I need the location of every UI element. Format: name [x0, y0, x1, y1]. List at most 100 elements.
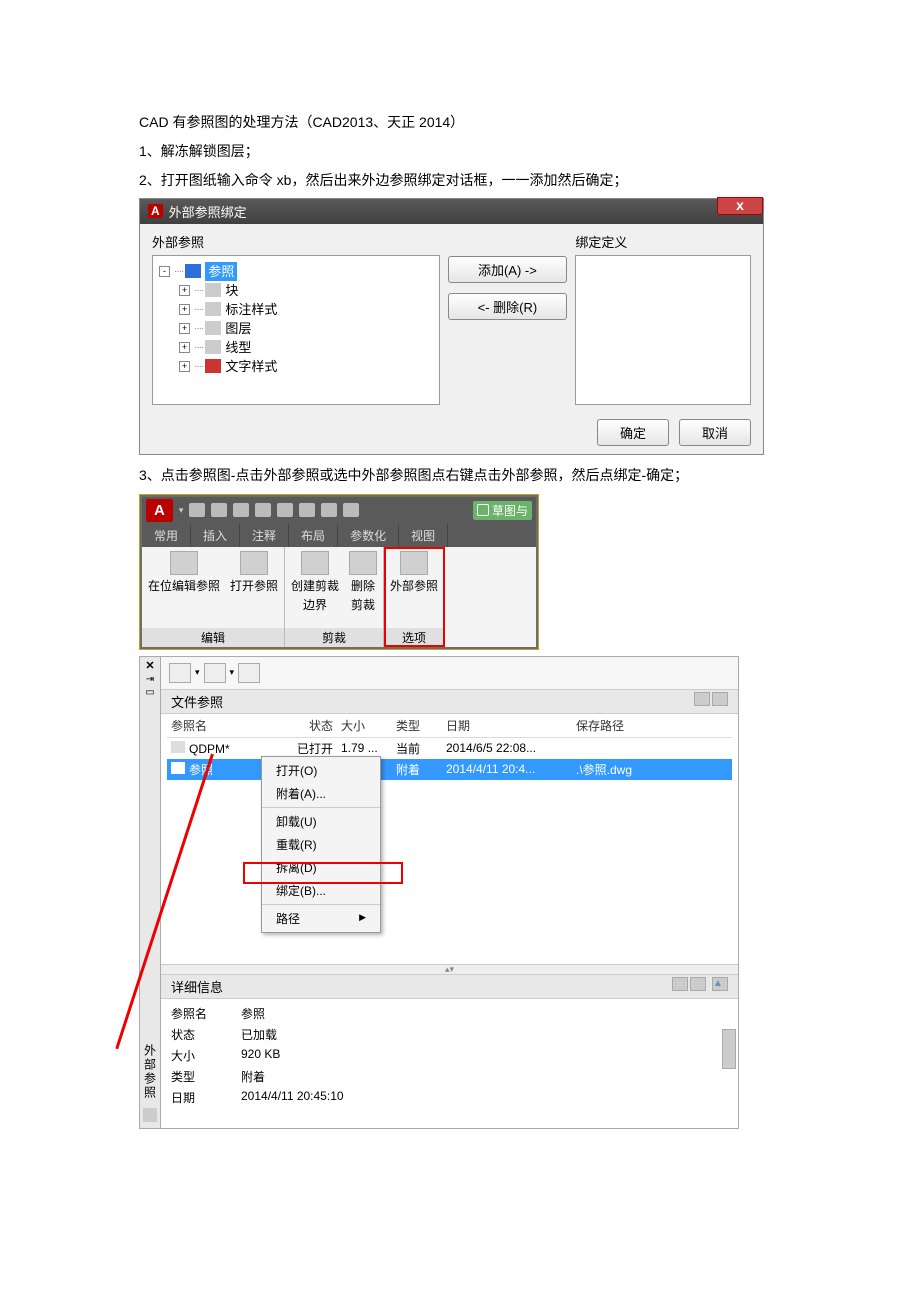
tab-home[interactable]: 常用 — [142, 524, 191, 547]
xref-button[interactable]: 外部参照 — [390, 551, 438, 594]
col-name[interactable]: 参照名 — [167, 717, 267, 734]
dialog-title: 外部参照绑定 — [169, 202, 247, 221]
ribbon-tabs: 常用 插入 注释 布局 参数化 视图 — [142, 524, 536, 547]
tree-view-icon[interactable] — [712, 692, 728, 706]
redo-icon[interactable] — [343, 503, 359, 517]
table-row[interactable]: 参照 已加载 920 KB 附着 2014/4/11 20:4... .\参照.… — [167, 759, 732, 780]
xref-row-icon — [171, 762, 185, 774]
plot-icon[interactable] — [277, 503, 293, 517]
tab-annotate[interactable]: 注释 — [240, 524, 289, 547]
tree-item-label: 块 — [225, 281, 238, 300]
tree-item[interactable]: +····图层 — [179, 319, 433, 338]
tree-item[interactable]: +····线型 — [179, 338, 433, 357]
ctx-unload[interactable]: 卸载(U) — [262, 810, 380, 833]
cancel-button[interactable]: 取消 — [679, 419, 751, 446]
col-type[interactable]: 类型 — [392, 717, 442, 734]
new-icon[interactable] — [189, 503, 205, 517]
open-ref-icon — [240, 551, 268, 575]
saveas-icon[interactable] — [255, 503, 271, 517]
app-menu-button[interactable]: A — [146, 499, 173, 522]
col-size[interactable]: 大小 — [337, 717, 392, 734]
open-ref-button[interactable]: 打开参照 — [230, 551, 278, 594]
scrollbar-thumb[interactable] — [722, 1029, 736, 1069]
block-icon — [205, 283, 221, 297]
section-label: 详细信息 — [171, 977, 223, 996]
expand-icon[interactable]: + — [179, 304, 190, 315]
workspace-tag[interactable]: 草图与 — [473, 501, 532, 520]
edit-icon — [170, 551, 198, 575]
ctx-path[interactable]: 路径 — [262, 907, 380, 930]
palette-sidebar[interactable]: ✕ ⇥ ▭ 外部参照 — [139, 656, 161, 1129]
pin-icon[interactable]: ⇥ — [146, 674, 154, 685]
remove-button[interactable]: <- 删除(R) — [448, 293, 568, 320]
ctx-reload[interactable]: 重载(R) — [262, 833, 380, 856]
print-icon[interactable] — [299, 503, 315, 517]
layer-icon — [205, 321, 221, 335]
save-icon[interactable] — [233, 503, 249, 517]
xref-bind-dialog: A 外部参照绑定 x 外部参照 -···· 参照 +····块 +····标注样… — [139, 198, 764, 455]
ctx-attach[interactable]: 附着(A)... — [262, 782, 380, 805]
tree-item[interactable]: +····文字样式 — [179, 357, 433, 376]
ctx-detach[interactable]: 拆离(D) — [262, 856, 380, 879]
tab-layout[interactable]: 布局 — [289, 524, 338, 547]
expand-icon[interactable]: + — [179, 323, 190, 334]
edit-in-place-button[interactable]: 在位编辑参照 — [148, 551, 220, 594]
details-view-icon[interactable] — [672, 977, 688, 991]
doc-line-3: 2、打开图纸输入命令 xb，然后出来外边参照绑定对话框，一一添加然后确定； — [139, 168, 781, 193]
close-icon[interactable]: x — [717, 197, 763, 215]
refresh-icon[interactable] — [204, 663, 226, 683]
tree-root[interactable]: -···· 参照 — [159, 262, 433, 281]
detail-row: 状态已加载 — [171, 1024, 728, 1045]
tree-item-label: 线型 — [225, 338, 251, 357]
col-path[interactable]: 保存路径 — [572, 717, 732, 734]
menu-icon[interactable]: ▭ — [145, 687, 154, 698]
delete-clip-button[interactable]: 删除剪裁 — [349, 551, 377, 613]
section-label: 文件参照 — [171, 692, 223, 711]
quick-access-toolbar: A ▾ 草图与 — [142, 497, 536, 524]
help-icon[interactable] — [238, 663, 260, 683]
tree-item-label: 图层 — [225, 319, 251, 338]
delete-clip-icon — [349, 551, 377, 575]
preview-icon[interactable] — [690, 977, 706, 991]
ctx-open[interactable]: 打开(O) — [262, 759, 380, 782]
tree-item[interactable]: +····块 — [179, 281, 433, 300]
doc-line-4: 3、点击参照图-点击外部参照或选中外部参照图点右键点击外部参照，然后点绑定-确定… — [139, 463, 781, 488]
ctx-bind[interactable]: 绑定(B)... — [262, 879, 380, 902]
tab-insert[interactable]: 插入 — [191, 524, 240, 547]
collapse-icon[interactable]: - — [159, 266, 170, 277]
dialog-titlebar[interactable]: A 外部参照绑定 x — [140, 199, 763, 224]
folder-icon — [185, 264, 201, 278]
panel-clip: 创建剪裁边界 删除剪裁 剪裁 — [285, 547, 384, 647]
files-section-header: 文件参照 — [161, 689, 738, 714]
detail-row: 参照名参照 — [171, 1003, 728, 1024]
detail-row: 大小920 KB — [171, 1045, 728, 1066]
file-reference-table[interactable]: 参照名 状态 大小 类型 日期 保存路径 QDPM* 已打开 1.79 ... … — [161, 714, 738, 964]
linetype-icon — [205, 340, 221, 354]
doc-line-2: 1、解冻解锁图层； — [139, 139, 781, 164]
col-date[interactable]: 日期 — [442, 717, 572, 734]
collapse-caret-icon[interactable]: ▲ — [712, 977, 728, 991]
splitter[interactable]: ▴▾ — [161, 964, 738, 974]
detail-row: 日期2014/4/11 20:45:10 — [171, 1087, 728, 1108]
expand-icon[interactable]: + — [179, 361, 190, 372]
palette-close-icon[interactable]: ✕ — [145, 659, 154, 672]
tab-parametric[interactable]: 参数化 — [338, 524, 399, 547]
expand-icon[interactable]: + — [179, 285, 190, 296]
ribbon-screenshot: A ▾ 草图与 常用 插入 注释 布局 参数化 视图 在位编辑参照 打开参照 编… — [139, 494, 539, 650]
col-status[interactable]: 状态 — [267, 717, 337, 734]
list-view-icon[interactable] — [694, 692, 710, 706]
xref-icon — [400, 551, 428, 575]
tab-view[interactable]: 视图 — [399, 524, 448, 547]
palette-bottom-icon[interactable] — [143, 1108, 157, 1122]
attach-icon[interactable] — [169, 663, 191, 683]
bind-definition-list[interactable] — [575, 255, 751, 405]
tree-item[interactable]: +····标注样式 — [179, 300, 433, 319]
undo-icon[interactable] — [321, 503, 337, 517]
add-button[interactable]: 添加(A) -> — [448, 256, 568, 283]
xref-tree[interactable]: -···· 参照 +····块 +····标注样式 +····图层 +····线… — [152, 255, 440, 405]
expand-icon[interactable]: + — [179, 342, 190, 353]
table-row[interactable]: QDPM* 已打开 1.79 ... 当前 2014/6/5 22:08... — [167, 738, 732, 759]
open-icon[interactable] — [211, 503, 227, 517]
create-clip-button[interactable]: 创建剪裁边界 — [291, 551, 339, 613]
ok-button[interactable]: 确定 — [597, 419, 669, 446]
